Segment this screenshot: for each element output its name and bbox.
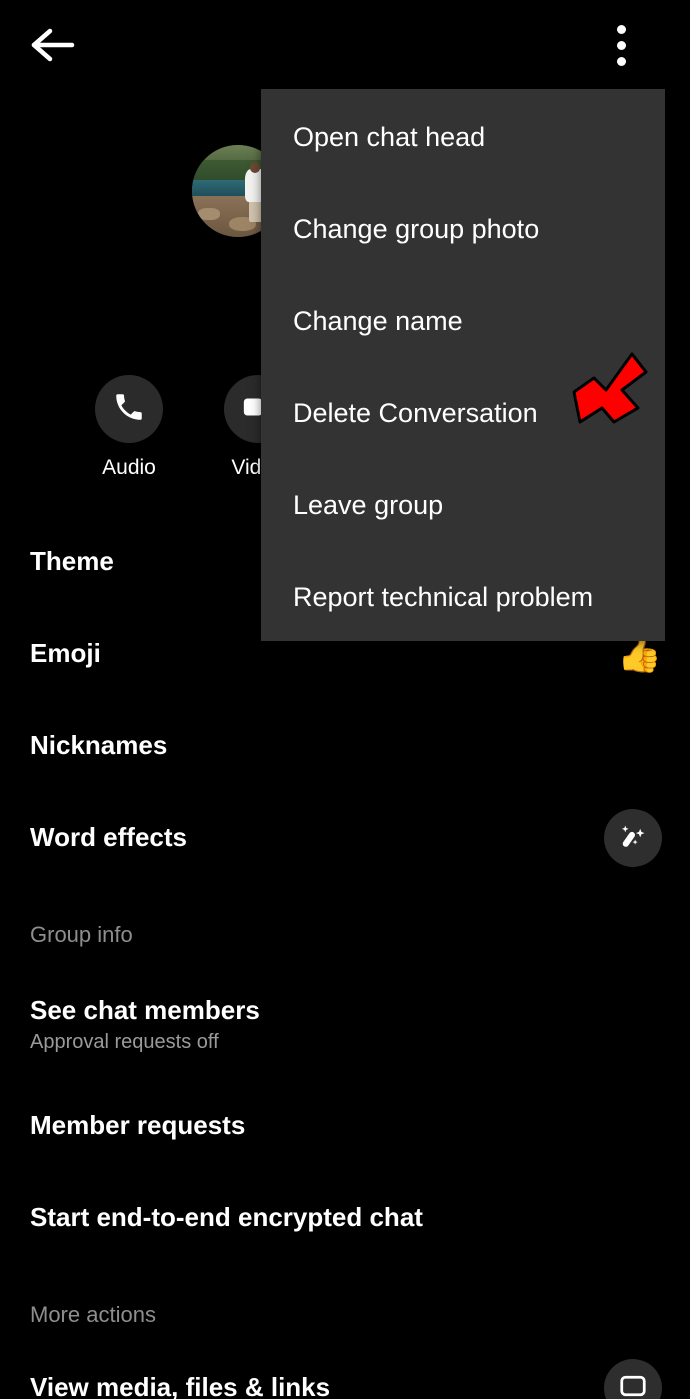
overflow-menu-button[interactable] bbox=[600, 16, 642, 74]
phone-icon bbox=[112, 390, 146, 429]
magic-wand-icon bbox=[617, 820, 649, 857]
media-image-icon bbox=[618, 1371, 648, 1399]
back-button[interactable] bbox=[26, 18, 80, 72]
settings-row-emoji-accessory[interactable]: 👍 bbox=[617, 636, 662, 672]
settings-row-word-effects-main: Word effects bbox=[0, 822, 690, 853]
settings-row-see-chat-members-subtitle: Approval requests off bbox=[30, 1030, 219, 1053]
settings-row-see-chat-members-main: See chat members Approval requests off bbox=[0, 995, 690, 1054]
settings-row-see-chat-members-label: See chat members bbox=[30, 995, 260, 1026]
settings-row-member-requests-label: Member requests bbox=[30, 1110, 246, 1141]
settings-row-view-media-accessory[interactable] bbox=[604, 1359, 662, 1399]
settings-row-word-effects-accessory[interactable] bbox=[604, 809, 662, 867]
menu-item-change-group-photo[interactable]: Change group photo bbox=[293, 206, 653, 252]
settings-row-view-media-label: View media, files & links bbox=[30, 1372, 331, 1399]
menu-item-report-technical-problem[interactable]: Report technical problem bbox=[293, 574, 653, 620]
settings-row-nicknames-label: Nicknames bbox=[30, 730, 168, 761]
settings-row-see-chat-members[interactable]: See chat members Approval requests off bbox=[0, 992, 690, 1058]
menu-item-open-chat-head[interactable]: Open chat head bbox=[293, 114, 653, 160]
menu-item-change-name[interactable]: Change name bbox=[293, 298, 653, 344]
audio-call-button[interactable]: Audio bbox=[64, 375, 194, 480]
settings-row-nicknames-main: Nicknames bbox=[0, 730, 690, 761]
settings-row-nicknames[interactable]: Nicknames bbox=[0, 724, 690, 768]
menu-item-leave-group[interactable]: Leave group bbox=[293, 482, 653, 528]
menu-item-delete-conversation[interactable]: Delete Conversation bbox=[293, 390, 653, 436]
view-media-button-circle bbox=[604, 1359, 662, 1399]
settings-row-view-media-main: View media, files & links bbox=[0, 1372, 690, 1399]
avatar-photo-layer bbox=[197, 207, 220, 221]
settings-row-emoji-main: Emoji bbox=[0, 638, 690, 669]
three-dots-vertical-icon bbox=[616, 24, 626, 34]
settings-row-member-requests-main: Member requests bbox=[0, 1110, 690, 1141]
app-top-bar bbox=[0, 0, 690, 88]
phone-screen: TEAM Audio Video bbox=[0, 0, 690, 1399]
settings-row-word-effects-label: Word effects bbox=[30, 822, 187, 853]
settings-row-emoji-label: Emoji bbox=[30, 638, 101, 669]
section-header-more-actions: More actions bbox=[30, 1302, 156, 1327]
overflow-dropdown-menu: Open chat head Change group photo Change… bbox=[261, 89, 665, 641]
audio-call-button-circle bbox=[95, 375, 163, 443]
settings-row-start-encrypted-chat[interactable]: Start end-to-end encrypted chat bbox=[0, 1196, 690, 1240]
three-dots-vertical-icon bbox=[616, 40, 626, 50]
avatar-photo-layer bbox=[249, 162, 261, 173]
word-effects-button-circle bbox=[604, 809, 662, 867]
arrow-left-icon bbox=[30, 25, 76, 65]
settings-row-start-encrypted-chat-label: Start end-to-end encrypted chat bbox=[30, 1202, 423, 1233]
settings-row-member-requests[interactable]: Member requests bbox=[0, 1104, 690, 1148]
settings-row-start-encrypted-chat-main: Start end-to-end encrypted chat bbox=[0, 1202, 690, 1233]
three-dots-vertical-icon bbox=[616, 56, 626, 66]
settings-row-word-effects[interactable]: Word effects bbox=[0, 809, 690, 867]
settings-row-view-media[interactable]: View media, files & links bbox=[0, 1359, 690, 1399]
section-header-group-info: Group info bbox=[30, 922, 133, 947]
audio-call-label: Audio bbox=[102, 456, 156, 479]
